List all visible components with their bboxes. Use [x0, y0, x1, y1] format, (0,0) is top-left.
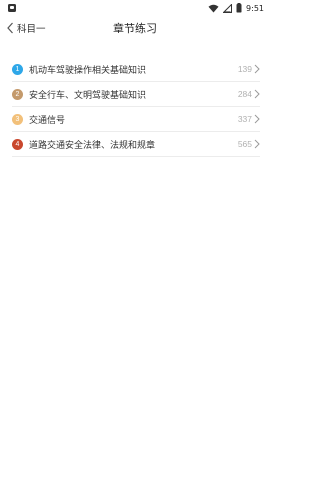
back-label: 科目一	[17, 24, 46, 35]
chapter-list: 1 机动车驾驶操作相关基础知识 139 2 安全行车、文明驾驶基础知识 284 …	[0, 57, 270, 157]
question-count: 284	[237, 89, 252, 99]
back-button[interactable]: 科目一	[6, 21, 46, 35]
chapter-title: 道路交通安全法律、法规和规章	[29, 140, 156, 151]
status-time: 9:51	[246, 3, 264, 13]
question-count: 139	[237, 64, 252, 74]
chapter-title: 交通信号	[29, 115, 66, 126]
question-count: 337	[237, 114, 252, 124]
chapter-row-4[interactable]: 4 道路交通安全法律、法规和规章 565	[12, 132, 260, 157]
chapter-number-badge: 3	[12, 113, 23, 125]
chapter-row-2[interactable]: 2 安全行车、文明驾驶基础知识 284	[12, 82, 260, 107]
chapter-title: 机动车驾驶操作相关基础知识	[29, 65, 147, 76]
chapter-number-badge: 1	[12, 63, 23, 75]
top-bar: 科目一 章节练习	[0, 16, 270, 40]
chapter-number-badge: 2	[12, 88, 23, 100]
signal-icon	[223, 3, 233, 13]
chapter-number-badge: 4	[12, 138, 23, 150]
chapter-title: 安全行车、文明驾驶基础知识	[29, 90, 147, 101]
chapter-row-1[interactable]: 1 机动车驾驶操作相关基础知识 139	[12, 57, 260, 82]
chevron-right-icon	[254, 114, 260, 124]
app-notification-icon	[8, 4, 16, 12]
chevron-right-icon	[254, 139, 260, 149]
chevron-left-icon	[7, 22, 13, 34]
chapter-row-3[interactable]: 3 交通信号 337	[12, 107, 260, 132]
chevron-right-icon	[254, 89, 260, 99]
wifi-icon	[208, 4, 219, 12]
chevron-right-icon	[254, 64, 260, 74]
question-count: 565	[237, 139, 252, 149]
status-bar: 9:51	[0, 0, 270, 16]
battery-icon	[236, 3, 242, 13]
